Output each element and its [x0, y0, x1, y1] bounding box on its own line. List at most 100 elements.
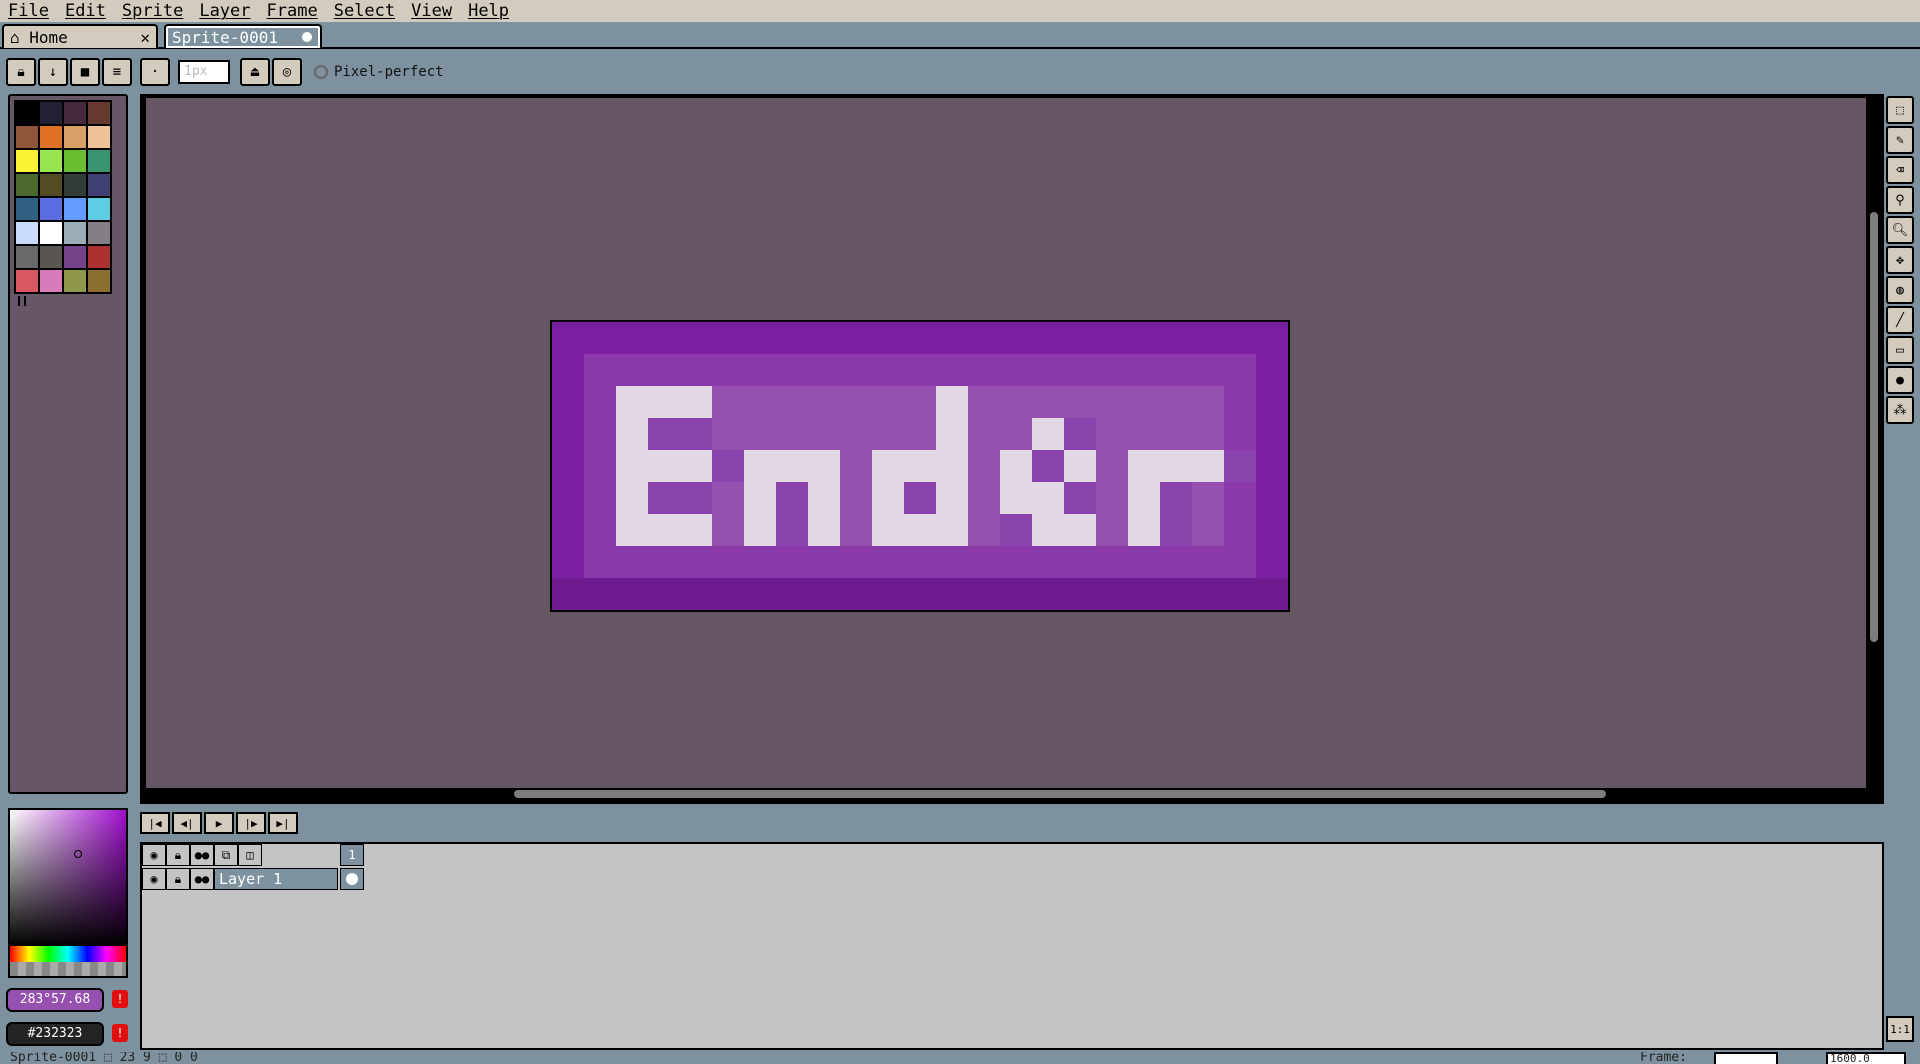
unsaved-dot-icon[interactable]	[302, 32, 312, 42]
menu-file[interactable]: File	[0, 1, 57, 21]
palette-swatch[interactable]	[39, 197, 63, 221]
palette-swatch[interactable]	[39, 101, 63, 125]
layer-row[interactable]: ◉ 🔒︎ ●● Layer 1	[142, 868, 338, 890]
last-frame-icon[interactable]: ▶|	[268, 812, 298, 834]
pencil-icon[interactable]: ✎	[1886, 126, 1914, 154]
palette-swatch[interactable]	[87, 197, 111, 221]
arrow-down-icon[interactable]: ↓	[38, 58, 68, 86]
move-icon[interactable]: ✥	[1886, 246, 1914, 274]
tab-sprite[interactable]: Sprite-0001	[164, 24, 322, 48]
palette-swatch[interactable]	[87, 221, 111, 245]
vertical-scrollbar[interactable]	[1870, 212, 1878, 642]
palette-swatch[interactable]	[63, 101, 87, 125]
alpha-slider[interactable]	[10, 962, 126, 976]
sv-marker[interactable]	[74, 850, 82, 858]
menu-view[interactable]: View	[403, 1, 460, 21]
palette-swatch[interactable]	[87, 125, 111, 149]
palette-swatch[interactable]	[15, 101, 39, 125]
fg-warning-icon[interactable]: !	[112, 990, 128, 1008]
zoom-reset-button[interactable]: 1:1	[1886, 1016, 1914, 1042]
menu-frame[interactable]: Frame	[259, 1, 326, 21]
palette-swatch[interactable]	[63, 197, 87, 221]
palette-swatch[interactable]	[39, 173, 63, 197]
line-icon[interactable]: ╱	[1886, 306, 1914, 334]
menu-layer[interactable]: Layer	[191, 1, 258, 21]
palette-swatch[interactable]	[87, 173, 111, 197]
link-cels-icon[interactable]: ◫	[238, 844, 262, 866]
palette-swatch[interactable]	[63, 125, 87, 149]
palette-swatch[interactable]	[15, 173, 39, 197]
palette-swatch[interactable]	[63, 269, 87, 293]
menu-sprite[interactable]: Sprite	[114, 1, 191, 21]
sprite-pixel	[1064, 386, 1096, 418]
onion-skin-icon[interactable]: ⧉	[214, 844, 238, 866]
brush-size-input[interactable]: 1px	[178, 60, 230, 84]
square-brush-icon[interactable]: ■	[70, 58, 100, 86]
layer-visible-icon[interactable]: ◉	[142, 868, 166, 890]
palette-swatch[interactable]	[15, 197, 39, 221]
canvas-area[interactable]	[146, 98, 1866, 788]
palette-swatch[interactable]	[39, 245, 63, 269]
hue-slider[interactable]	[10, 946, 126, 962]
spray-icon[interactable]: ⁂	[1886, 396, 1914, 424]
bg-warning-icon[interactable]: !	[112, 1024, 128, 1042]
tab-home[interactable]: ⌂ Home ✕	[2, 24, 158, 48]
pixel-perfect-checkbox[interactable]	[314, 65, 328, 79]
palette-swatch[interactable]	[87, 245, 111, 269]
layer-name[interactable]: Layer 1	[214, 868, 338, 890]
background-color-field[interactable]: #232323	[6, 1022, 104, 1046]
marquee-icon[interactable]: ⬚	[1886, 96, 1914, 124]
lock-icon[interactable]: 🔒︎	[6, 58, 36, 86]
palette-swatch[interactable]	[15, 245, 39, 269]
cel[interactable]	[340, 868, 364, 890]
palette-swatch[interactable]	[15, 125, 39, 149]
palette-swatch[interactable]	[15, 269, 39, 293]
eye-icon[interactable]: ◉	[142, 844, 166, 866]
opacity-icon[interactable]: ◎	[272, 58, 302, 86]
palette-swatch[interactable]	[39, 269, 63, 293]
padlock-icon[interactable]: 🔒︎	[166, 844, 190, 866]
circle-brush-icon[interactable]: ·	[140, 58, 170, 86]
rectangle-icon[interactable]: ▭	[1886, 336, 1914, 364]
palette-swatch[interactable]	[63, 245, 87, 269]
close-icon[interactable]: ✕	[140, 28, 150, 47]
palette-swatch[interactable]	[63, 173, 87, 197]
sprite-pixel	[552, 386, 584, 418]
zoom-input[interactable]: 1600.0	[1826, 1052, 1906, 1064]
ink-icon[interactable]: ⏏	[240, 58, 270, 86]
frame-number[interactable]: 1	[340, 844, 364, 866]
play-icon[interactable]: ▶	[204, 812, 234, 834]
menu-select[interactable]: Select	[326, 1, 403, 21]
palette-swatch[interactable]	[63, 221, 87, 245]
first-frame-icon[interactable]: |◀	[140, 812, 170, 834]
palette-swatch[interactable]	[39, 149, 63, 173]
palette-swatch[interactable]	[15, 149, 39, 173]
prev-frame-icon[interactable]: ◀|	[172, 812, 202, 834]
paint-bucket-icon[interactable]: ◍	[1886, 276, 1914, 304]
sprite-pixel	[936, 546, 968, 578]
palette-swatch[interactable]	[39, 221, 63, 245]
saturation-value-box[interactable]	[10, 810, 126, 946]
palette-swatch[interactable]	[87, 269, 111, 293]
palette-swatch[interactable]	[87, 101, 111, 125]
eyedropper-icon[interactable]: ⚲	[1886, 186, 1914, 214]
layer-lock-icon[interactable]: 🔒︎	[166, 868, 190, 890]
foreground-color-field[interactable]: 283°57.68	[6, 988, 104, 1012]
eraser-icon[interactable]: ⌫	[1886, 156, 1914, 184]
continuous-icon[interactable]: ●●	[190, 844, 214, 866]
palette-resize-handle[interactable]	[18, 296, 26, 306]
palette-swatch[interactable]	[39, 125, 63, 149]
ink-blob-icon[interactable]: ●	[1886, 366, 1914, 394]
horizontal-scrollbar[interactable]	[514, 790, 1606, 798]
layer-continuous-icon[interactable]: ●●	[190, 868, 214, 890]
sprite-canvas[interactable]	[550, 320, 1290, 612]
menu-help[interactable]: Help	[460, 1, 517, 21]
frame-input[interactable]	[1714, 1052, 1778, 1064]
zoom-icon[interactable]: 🔍︎	[1886, 216, 1914, 244]
palette-swatch[interactable]	[63, 149, 87, 173]
palette-swatch[interactable]	[15, 221, 39, 245]
palette-swatch[interactable]	[87, 149, 111, 173]
menu-icon[interactable]: ≡	[102, 58, 132, 86]
next-frame-icon[interactable]: |▶	[236, 812, 266, 834]
menu-edit[interactable]: Edit	[57, 1, 114, 21]
